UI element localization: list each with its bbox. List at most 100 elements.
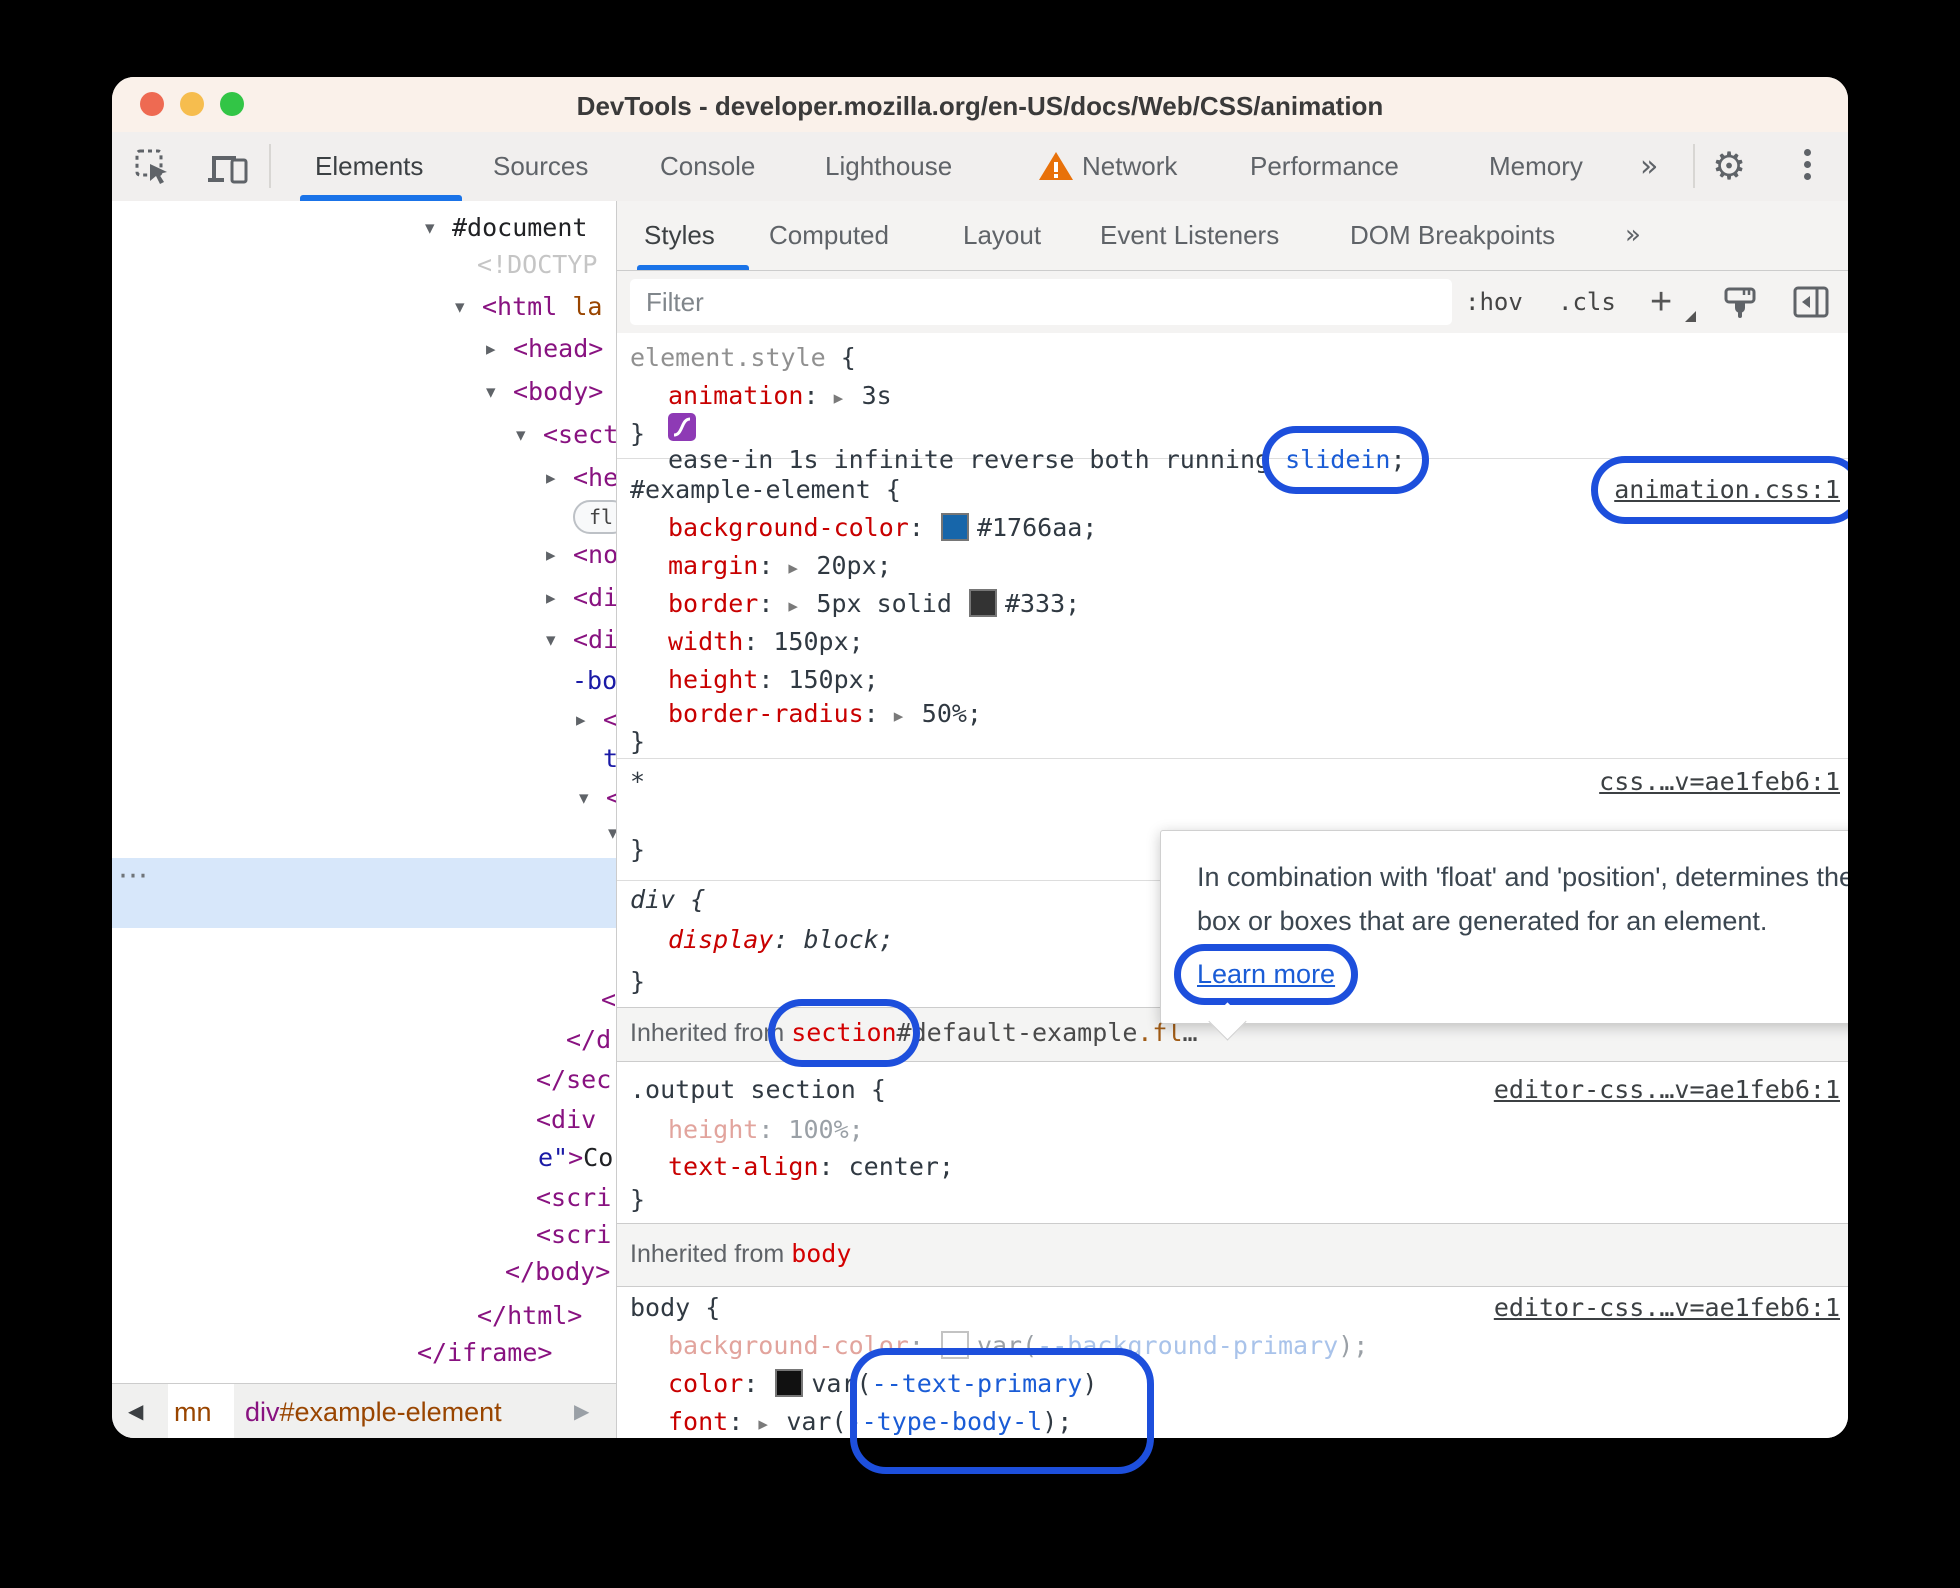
dom-tree-row[interactable]: </sec (536, 1061, 611, 1099)
dom-tree-row[interactable]: < (601, 981, 616, 1019)
toolbar-tab-memory[interactable]: Memory (1489, 132, 1583, 201)
collapse-arrow-icon[interactable]: ▾ (486, 373, 513, 411)
decl-margin[interactable]: margin: ▸ 20px; (617, 547, 1848, 585)
stylesheet-link[interactable]: css.…v=ae1feb6:1 (1599, 767, 1840, 796)
color-swatch-empty[interactable] (940, 1331, 969, 1359)
collapse-arrow-icon[interactable]: ▾ (608, 814, 616, 852)
breadcrumb-forward-icon[interactable]: ▶ (574, 1384, 589, 1438)
stylesheet-link[interactable]: animation.css:1 (1614, 475, 1840, 504)
toggle-pseudo-class-button[interactable]: :hov (1465, 271, 1523, 333)
dom-tree-row[interactable]: ▾ #document (425, 209, 587, 247)
dock-sidebar-icon[interactable] (1792, 285, 1830, 319)
decl-animation[interactable]: animation: ▸ 3s ease-in 1s infinite rever… (617, 377, 1848, 494)
color-swatch[interactable] (940, 513, 969, 541)
breadcrumb-selected-element[interactable]: div#example-element (245, 1384, 502, 1438)
toggle-class-button[interactable]: .cls (1558, 271, 1616, 333)
decl-width[interactable]: width: 150px; (617, 623, 1848, 661)
collapse-arrow-icon[interactable]: ▾ (579, 779, 606, 817)
dom-tree-row[interactable]: </iframe> (417, 1334, 552, 1372)
sidebar-tab-eventlisteners[interactable]: Event Listeners (1100, 201, 1279, 270)
dom-tree-row[interactable]: ▸ <head> (486, 330, 603, 368)
dom-tree-row[interactable]: fl (573, 497, 616, 535)
toolbar-tab-performance[interactable]: Performance (1250, 132, 1399, 201)
sidebar-tab-styles[interactable]: Styles (644, 201, 715, 270)
collapse-arrow-icon[interactable]: ▾ (546, 621, 573, 659)
device-toolbar-icon[interactable] (208, 150, 250, 186)
expand-arrow-icon[interactable]: ▸ (546, 579, 573, 617)
settings-gear-icon[interactable]: ⚙ (1712, 132, 1746, 201)
sidebar-tab-dombreakpoints[interactable]: DOM Breakpoints (1350, 201, 1555, 270)
expand-arrow-icon[interactable]: ▸ (546, 536, 573, 574)
dom-tree-row[interactable]: <div (536, 1101, 596, 1139)
toolbar-tab-network[interactable]: Network (1082, 132, 1177, 201)
dom-tree-row[interactable]: ▾ <html la (455, 288, 602, 326)
toolbar-tab-[interactable]: » (1640, 132, 1658, 201)
toolbar-tab-elements[interactable]: Elements (315, 132, 423, 201)
style-filter-input[interactable] (630, 279, 1452, 325)
new-rule-dropdown-triangle[interactable] (1685, 311, 1696, 322)
expand-arrow-icon[interactable]: ▸ (486, 330, 513, 368)
expand-arrow-icon[interactable]: ▸ (788, 587, 816, 625)
expand-arrow-icon[interactable]: ▸ (788, 549, 816, 587)
dom-tree-row[interactable]: ▾ <body> (486, 373, 603, 411)
decl-background-color-var[interactable]: background-color: var(--background-prima… (617, 1327, 1848, 1365)
dom-tree-row[interactable]: </body> (505, 1253, 610, 1291)
dom-tree-row[interactable]: ▸ <di (546, 579, 616, 617)
color-swatch[interactable] (968, 589, 997, 617)
breadcrumb-back-icon[interactable]: ◀ (128, 1384, 143, 1438)
expand-arrow-icon[interactable]: ▸ (576, 701, 603, 739)
dom-tree-row[interactable]: <!DOCTYP (477, 246, 597, 284)
rule-selector-body[interactable]: body {editor-css.…v=ae1feb6:1 (617, 1289, 1848, 1327)
sidebar-tab-[interactable]: » (1625, 201, 1641, 270)
rule-selector-element-style[interactable]: element.style { (617, 339, 1848, 377)
sidebar-tab-computed[interactable]: Computed (769, 201, 889, 270)
collapse-arrow-icon[interactable]: ▾ (425, 209, 452, 247)
sidebar-tab-layout[interactable]: Layout (963, 201, 1041, 270)
color-swatch[interactable] (775, 1369, 804, 1397)
dom-tree-row[interactable]: ▾ <di (546, 621, 616, 659)
collapse-arrow-icon[interactable]: ▾ (455, 288, 482, 326)
learn-more-link[interactable]: Learn more (1197, 959, 1335, 989)
rendering-brush-icon[interactable] (1722, 285, 1758, 321)
breadcrumb-partial-label[interactable]: mn (174, 1384, 212, 1438)
dom-tree-row[interactable]: ▾ (608, 814, 616, 852)
dom-tree-row[interactable]: ⋯ (118, 857, 148, 895)
decl-height[interactable]: height: 150px; (617, 661, 1848, 699)
toolbar-tab-sources[interactable]: Sources (493, 132, 588, 201)
inspect-element-icon[interactable] (134, 148, 172, 186)
flex-badge[interactable]: fl (573, 500, 616, 534)
dom-tree-row[interactable]: t (603, 740, 616, 778)
decl-font-var[interactable]: font: ▸ var(--type-body-l); (617, 1403, 1848, 1438)
rule-close[interactable]: } (617, 723, 1848, 761)
dom-tree-row[interactable]: </d (566, 1021, 611, 1059)
expand-arrow-icon[interactable]: ▸ (834, 379, 862, 417)
more-options-kebab-icon[interactable] (1804, 149, 1812, 185)
new-style-rule-button[interactable]: + (1650, 271, 1672, 333)
dom-tree-row[interactable]: e">Co (538, 1139, 613, 1177)
toolbar-tab-lighthouse[interactable]: Lighthouse (825, 132, 952, 201)
dom-tree-row[interactable]: <scri (536, 1216, 611, 1254)
selected-dom-row[interactable] (112, 858, 616, 928)
decl-border[interactable]: border: ▸ 5px solid #333; (617, 585, 1848, 623)
dom-tree-row[interactable]: ▾< (579, 779, 616, 817)
stylesheet-link[interactable]: editor-css.…v=ae1feb6:1 (1494, 1075, 1840, 1104)
rule-close[interactable]: } (617, 1181, 1848, 1219)
dom-tree-row[interactable]: </html> (477, 1297, 582, 1335)
decl-height-overridden[interactable]: height: 100%; (617, 1111, 1848, 1149)
rule-close[interactable]: } (617, 415, 1848, 453)
dom-tree-row[interactable]: -bo (572, 662, 616, 700)
dom-tree-row[interactable]: ▸ <he (546, 459, 616, 497)
dom-tree-row[interactable]: ▾ <sect (516, 416, 616, 454)
decl-color-var[interactable]: color: var(--text-primary) (617, 1365, 1848, 1403)
rule-selector-output-section[interactable]: .output section {editor-css.…v=ae1feb6:1 (617, 1071, 1848, 1109)
expand-arrow-icon[interactable]: ▸ (758, 1405, 786, 1438)
dom-tree-row[interactable]: <scri (536, 1179, 611, 1217)
rule-selector-star[interactable]: * css.…v=ae1feb6:1 (617, 763, 1848, 801)
toolbar-tab-console[interactable]: Console (660, 132, 755, 201)
dom-tree-row[interactable]: ▸ <no (546, 536, 616, 574)
rule-selector-example-element[interactable]: #example-element {animation.css:1 (617, 456, 1848, 524)
expand-arrow-icon[interactable]: ▸ (546, 459, 573, 497)
stylesheet-link[interactable]: editor-css.…v=ae1feb6:1 (1494, 1293, 1840, 1322)
dom-tree-row[interactable]: ▸ < (576, 701, 616, 739)
collapse-arrow-icon[interactable]: ▾ (516, 416, 543, 454)
